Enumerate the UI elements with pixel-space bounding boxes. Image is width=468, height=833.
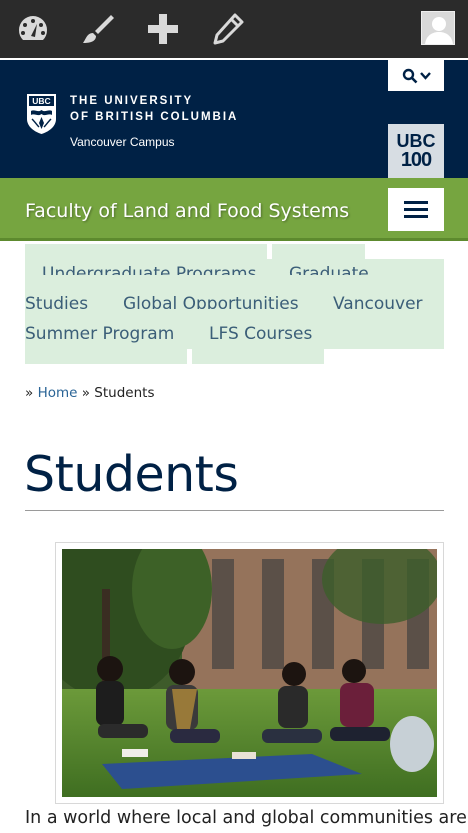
breadcrumb: » Home » Students <box>25 385 154 401</box>
plus-icon[interactable] <box>143 9 183 49</box>
ubc100-badge-line1: UBC <box>396 131 436 151</box>
breadcrumb-home-link[interactable]: Home <box>38 385 78 401</box>
svg-text:UBC: UBC <box>32 96 50 106</box>
chevron-down-icon <box>419 72 431 80</box>
breadcrumb-separator: » <box>25 385 34 401</box>
hamburger-icon-bar <box>404 215 428 218</box>
nav-link-vancouver[interactable]: Vancouver <box>333 294 423 314</box>
intro-paragraph: In a world where local and global commun… <box>25 808 467 828</box>
nav-link-global-label: Global Opportunities <box>123 294 299 309</box>
ubc100-badge[interactable]: UBC 100 <box>388 124 444 178</box>
page-title: Students <box>24 446 239 503</box>
students-photo-frame <box>55 542 444 804</box>
university-name[interactable]: THE UNIVERSITY OF BRITISH COLUMBIA <box>70 93 238 125</box>
nav-block <box>192 348 324 364</box>
ubc100-badge-line2: 100 <box>400 149 432 171</box>
title-divider <box>25 510 444 511</box>
nav-link-lfs-courses[interactable]: LFS Courses <box>209 324 312 344</box>
nav-link-graduate[interactable]: Graduate <box>289 260 379 275</box>
admin-toolbar <box>0 0 468 58</box>
hamburger-icon-bar <box>404 208 428 211</box>
nav-link-graduate-studies[interactable]: Studies <box>25 292 105 309</box>
faculty-title[interactable]: Faculty of Land and Food Systems <box>25 200 349 222</box>
campus-name[interactable]: Vancouver Campus <box>70 135 175 149</box>
nav-link-undergraduate-label: Undergraduate Programs <box>42 264 257 275</box>
nav-link-graduate-studies-label: Studies <box>25 294 89 309</box>
nav-block <box>25 348 187 364</box>
faculty-bar: Faculty of Land and Food Systems <box>0 178 468 241</box>
nav-link-graduate-label: Graduate <box>289 264 369 275</box>
nav-link-undergraduate[interactable]: Undergraduate Programs <box>42 260 267 275</box>
breadcrumb-current: Students <box>94 385 155 401</box>
nav-link-summer-program[interactable]: Summer Program <box>25 324 174 344</box>
university-name-line1: THE UNIVERSITY <box>70 95 194 107</box>
university-name-line2: OF BRITISH COLUMBIA <box>70 111 239 123</box>
dashboard-icon[interactable] <box>13 9 53 49</box>
hamburger-icon-bar <box>404 201 428 204</box>
section-nav: Undergraduate Programs Graduate Studies … <box>0 244 468 364</box>
pencil-icon[interactable] <box>208 9 248 49</box>
ubc-crest-logo[interactable]: UBC <box>26 93 57 135</box>
search-icon <box>402 68 417 83</box>
menu-toggle-button[interactable] <box>388 188 444 231</box>
user-avatar[interactable] <box>421 11 455 45</box>
search-toggle-button[interactable] <box>388 60 444 91</box>
students-photo <box>62 549 437 797</box>
paintbrush-icon[interactable] <box>78 9 118 49</box>
nav-link-global[interactable]: Global Opportunities <box>123 292 313 309</box>
breadcrumb-separator: » <box>81 385 90 401</box>
